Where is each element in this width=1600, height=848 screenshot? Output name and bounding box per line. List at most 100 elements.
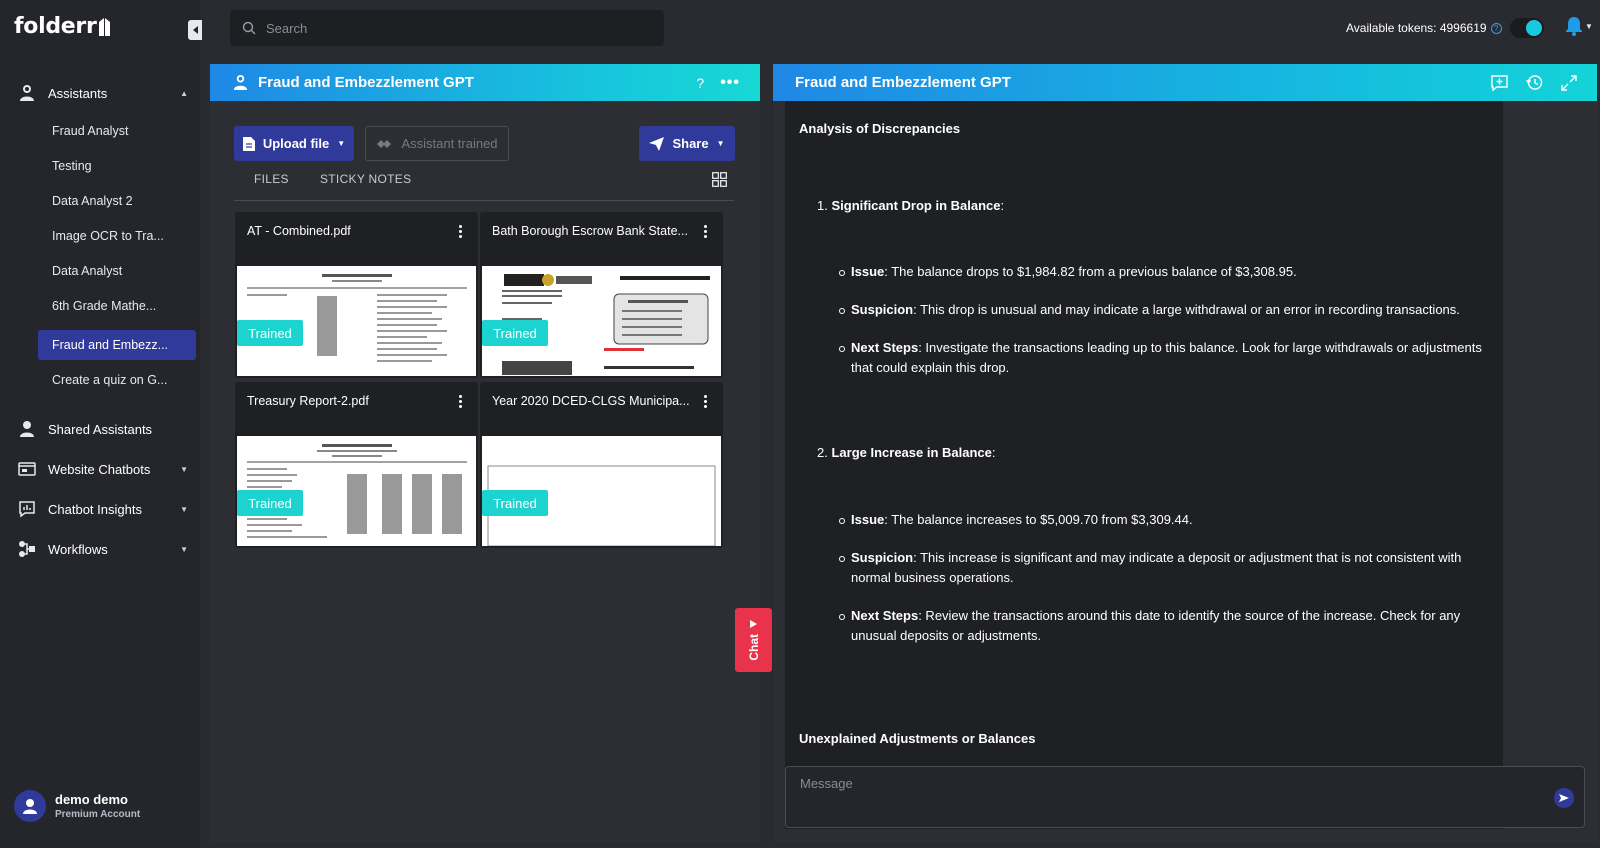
left-panel-header: Fraud and Embezzlement GPT ? ••• bbox=[210, 64, 760, 101]
file-name: Bath Borough Escrow Bank State... bbox=[492, 224, 688, 238]
file-name: Year 2020 DCED-CLGS Municipa... bbox=[492, 394, 690, 408]
user-plan: Premium Account bbox=[55, 809, 141, 820]
list-item-title: Significant Drop in Balance bbox=[831, 198, 1001, 213]
list-item-title: Large Increase in Balance bbox=[831, 445, 992, 460]
bullet-text: : The balance increases to $5,009.70 fro… bbox=[884, 512, 1193, 527]
file-card[interactable]: Bath Borough Escrow Bank State... Traine… bbox=[480, 212, 723, 378]
assistant-icon bbox=[18, 84, 36, 102]
tokens-help-icon[interactable]: ? bbox=[1490, 22, 1502, 34]
trained-badge: Trained bbox=[482, 490, 548, 516]
chevron-down-icon: ▼ bbox=[180, 504, 188, 514]
nav-chatbot-insights[interactable]: Chatbot Insights ▼ bbox=[18, 500, 188, 518]
right-panel-header: Fraud and Embezzlement GPT bbox=[773, 64, 1597, 101]
send-icon bbox=[1559, 794, 1569, 802]
sidebar-item-data-analyst[interactable]: Data Analyst bbox=[38, 256, 196, 286]
logo-mark-icon bbox=[98, 18, 110, 36]
assistant-message: Analysis of Discrepancies 1. Significant… bbox=[785, 101, 1503, 801]
collapse-sidebar-button[interactable] bbox=[188, 20, 202, 40]
kebab-menu-icon[interactable] bbox=[704, 225, 707, 238]
kebab-menu-icon[interactable] bbox=[459, 395, 462, 408]
tab-files[interactable]: FILES bbox=[254, 172, 289, 186]
bullet-next-steps: Next Steps: Investigate the transactions… bbox=[839, 338, 1491, 378]
nav-website-chatbots[interactable]: Website Chatbots ▼ bbox=[18, 460, 188, 478]
nav-website-chatbots-label: Website Chatbots bbox=[48, 461, 151, 477]
history-icon[interactable] bbox=[1526, 74, 1543, 91]
search-input[interactable] bbox=[266, 20, 646, 36]
file-card[interactable]: Year 2020 DCED-CLGS Municipa... Trained bbox=[480, 382, 723, 548]
tab-sticky-notes[interactable]: STICKY NOTES bbox=[320, 172, 411, 186]
sidebar-item-image-ocr[interactable]: Image OCR to Tra... bbox=[38, 221, 196, 251]
sidebar-item-6th-grade-math[interactable]: 6th Grade Mathe... bbox=[38, 291, 196, 321]
user-profile[interactable]: demo demo Premium Account bbox=[14, 790, 140, 822]
assistant-files-panel: Fraud and Embezzlement GPT ? ••• Upload … bbox=[210, 64, 760, 842]
sidebar: folderr Assistants ▲ Fraud Analyst Testi… bbox=[0, 0, 202, 848]
chevron-down-icon: ▼ bbox=[716, 139, 725, 148]
expand-icon[interactable] bbox=[1561, 74, 1577, 91]
sidebar-item-testing[interactable]: Testing bbox=[38, 151, 196, 181]
message-composer bbox=[785, 766, 1585, 828]
file-icon bbox=[242, 136, 255, 151]
chevron-up-icon: ▲ bbox=[180, 88, 188, 98]
assistant-trained-label: Assistant trained bbox=[401, 136, 498, 151]
chevron-down-icon: ▼ bbox=[180, 464, 188, 474]
bullet-label: Suspicion bbox=[851, 302, 914, 317]
bullet-text: : Investigate the transactions leading u… bbox=[851, 340, 1482, 375]
file-name: AT - Combined.pdf bbox=[247, 224, 351, 238]
list-item-1: 1. Significant Drop in Balance: bbox=[817, 196, 1004, 216]
bullet-next-steps: Next Steps: Review the transactions arou… bbox=[839, 606, 1491, 646]
nav-shared-assistants[interactable]: Shared Assistants bbox=[18, 420, 188, 438]
new-chat-icon[interactable] bbox=[1491, 74, 1508, 91]
share-label: Share bbox=[672, 136, 709, 151]
more-options-icon[interactable]: ••• bbox=[720, 74, 740, 92]
list-item-2: 2. Large Increase in Balance: bbox=[817, 443, 996, 463]
theme-toggle[interactable] bbox=[1510, 18, 1544, 38]
message-input[interactable] bbox=[786, 767, 1536, 827]
nav-workflows-label: Workflows bbox=[48, 541, 108, 557]
bell-icon bbox=[1566, 17, 1582, 36]
sidebar-item-data-analyst-2[interactable]: Data Analyst 2 bbox=[38, 186, 196, 216]
help-button[interactable]: ? bbox=[696, 75, 704, 91]
grid-view-icon[interactable] bbox=[712, 172, 727, 187]
nav-assistants[interactable]: Assistants ▲ bbox=[18, 84, 188, 102]
send-button[interactable] bbox=[1554, 788, 1574, 808]
bullet-text: : This increase is significant and may i… bbox=[851, 550, 1462, 585]
share-button[interactable]: Share ▼ bbox=[639, 126, 735, 161]
trained-badge: Trained bbox=[237, 320, 303, 346]
tabs-divider bbox=[234, 200, 734, 201]
file-card[interactable]: Treasury Report-2.pdf Trained bbox=[235, 382, 478, 548]
bullet-label: Next Steps bbox=[851, 340, 919, 355]
logo-text: folderr bbox=[14, 14, 97, 39]
upload-file-label: Upload file bbox=[262, 136, 330, 151]
chat-toggle-tab[interactable]: Chat bbox=[735, 608, 772, 672]
assistant-trained-button[interactable]: Assistant trained bbox=[365, 126, 509, 161]
bullet-text: : This drop is unusual and may indicate … bbox=[913, 302, 1460, 317]
shared-assistant-icon bbox=[18, 420, 36, 438]
chat-panel: Fraud and Embezzlement GPT Analysis of D… bbox=[773, 64, 1597, 842]
folderr-logo[interactable]: folderr bbox=[14, 14, 111, 39]
play-triangle-icon bbox=[750, 619, 757, 628]
bullet-suspicion: Suspicion: This drop is unusual and may … bbox=[839, 300, 1491, 320]
bullet-label: Issue bbox=[851, 512, 885, 527]
token-balance: Available tokens: 4996619 ? bbox=[1346, 21, 1502, 35]
upload-file-button[interactable]: Upload file ▼ bbox=[234, 126, 354, 161]
sidebar-item-create-quiz[interactable]: Create a quiz on G... bbox=[38, 365, 196, 395]
kebab-menu-icon[interactable] bbox=[704, 395, 707, 408]
moon-icon bbox=[1526, 20, 1542, 36]
notifications-button[interactable]: ▼ bbox=[1565, 16, 1593, 36]
kebab-menu-icon[interactable] bbox=[459, 225, 462, 238]
bullet-suspicion: Suspicion: This increase is significant … bbox=[839, 548, 1491, 588]
list-number: 2. bbox=[817, 445, 828, 460]
chat-conversation: Analysis of Discrepancies 1. Significant… bbox=[785, 101, 1503, 829]
send-plane-icon bbox=[649, 136, 665, 151]
bullet-text: : Review the transactions around this da… bbox=[851, 608, 1461, 643]
search-icon bbox=[242, 21, 256, 35]
right-panel-title: Fraud and Embezzlement GPT bbox=[795, 74, 1011, 91]
file-card[interactable]: AT - Combined.pdf Trained bbox=[235, 212, 478, 378]
sidebar-item-fraud-analyst[interactable]: Fraud Analyst bbox=[38, 116, 196, 146]
training-icon bbox=[377, 139, 392, 148]
sidebar-item-fraud-embezzlement[interactable]: Fraud and Embezz... bbox=[38, 330, 196, 360]
search-bar bbox=[230, 10, 664, 46]
nav-workflows[interactable]: Workflows ▼ bbox=[18, 540, 188, 558]
assistant-icon bbox=[233, 74, 248, 91]
trained-badge: Trained bbox=[237, 490, 303, 516]
